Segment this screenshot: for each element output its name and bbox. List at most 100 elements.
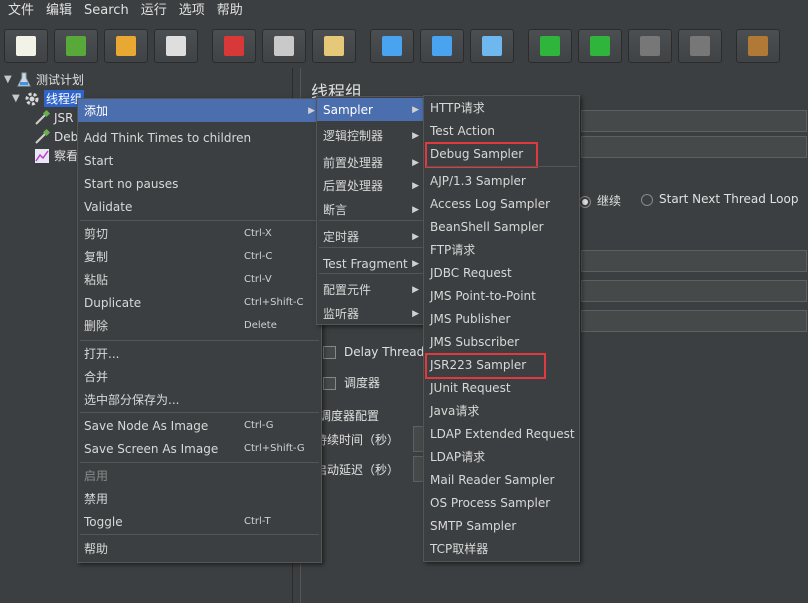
context-menu-item[interactable]: 禁用 <box>78 487 321 510</box>
copy-button[interactable] <box>262 29 306 63</box>
context-menu-item[interactable]: 打开... <box>78 342 321 365</box>
expand-arrow-icon[interactable]: ▼ <box>12 93 24 104</box>
menu-item-label: 后置处理器 <box>323 179 384 193</box>
context-menu-item[interactable]: 删除 Delete <box>78 314 321 337</box>
stop-button[interactable] <box>628 29 672 63</box>
threads-field[interactable] <box>581 250 807 272</box>
rampup-field[interactable] <box>581 280 807 302</box>
sampler-menu-item[interactable]: JMS Point-to-Point <box>424 284 579 307</box>
sampler-menu-item[interactable]: AJP/1.3 Sampler <box>424 169 579 192</box>
sampler-menu-item[interactable]: Test Action <box>424 119 579 142</box>
scheduler-checkbox[interactable]: 调度器 <box>323 374 380 391</box>
sampler-menu-item[interactable]: Mail Reader Sampler <box>424 468 579 491</box>
sampler-menu-item[interactable]: HTTP请求 <box>424 96 579 119</box>
tree-node-thread-group[interactable]: ▼ 线程组 <box>12 89 85 108</box>
sampler-menu-item[interactable]: LDAP Extended Request <box>424 422 579 445</box>
tree-node-test-plan[interactable]: ▼ 测试计划 <box>4 70 84 89</box>
tree-label-debug: Deb <box>54 129 79 144</box>
context-menu-item[interactable]: Start no pauses <box>78 172 321 195</box>
collapse-button[interactable] <box>420 29 464 63</box>
context-menu-item[interactable]: 启用 <box>78 464 321 487</box>
start-no-pauses-button[interactable] <box>578 29 622 63</box>
context-menu-item[interactable]: Validate <box>78 195 321 218</box>
add-menu-item[interactable]: 监听器 ▶ <box>317 302 425 325</box>
tree-node-debug[interactable]: Deb <box>34 127 78 146</box>
add-menu-item[interactable]: 配置元件 ▶ <box>317 278 425 301</box>
menu-search[interactable]: Search <box>78 0 135 22</box>
menu-item-label: Sampler <box>323 102 373 117</box>
context-menu-item[interactable]: Add Think Times to children <box>78 126 321 149</box>
submenu-arrow-icon: ▶ <box>308 105 315 116</box>
toggle-button[interactable] <box>470 29 514 63</box>
sampler-menu-item[interactable]: FTP请求 <box>424 238 579 261</box>
menu-help[interactable]: 帮助 <box>211 0 249 22</box>
menu-item-label: 配置元件 <box>323 283 372 297</box>
context-menu-item[interactable]: 选中部分保存为... <box>78 388 321 411</box>
expand-arrow-icon[interactable]: ▼ <box>4 74 16 85</box>
pipette-icon <box>34 128 51 145</box>
menu-options[interactable]: 选项 <box>173 0 211 22</box>
delay-thread-checkbox[interactable]: Delay Thread C <box>323 345 436 359</box>
tree-node-jsr[interactable]: JSR <box>34 108 74 127</box>
add-menu-item[interactable]: 断言 ▶ <box>317 198 425 221</box>
context-menu-item[interactable]: Save Node As Image Ctrl-G <box>78 414 321 437</box>
loop-count-field[interactable] <box>581 310 807 332</box>
add-menu-item[interactable]: Test Fragment ▶ <box>317 252 425 275</box>
sampler-menu-item[interactable]: JDBC Request <box>424 261 579 284</box>
sampler-menu-item[interactable]: TCP取样器 <box>424 537 579 560</box>
shortcut-label: Ctrl+Shift-C <box>244 297 304 308</box>
sampler-menu-item[interactable]: BeanShell Sampler <box>424 215 579 238</box>
context-menu-item[interactable]: 剪切 Ctrl-X <box>78 222 321 245</box>
sampler-menu-item[interactable]: SMTP Sampler <box>424 514 579 537</box>
expand-button[interactable] <box>370 29 414 63</box>
context-menu-item[interactable]: 帮助 <box>78 537 321 560</box>
sampler-menu-item[interactable]: JMS Publisher <box>424 307 579 330</box>
context-menu-item[interactable]: Start <box>78 149 321 172</box>
context-menu-item[interactable]: Save Screen As Image Ctrl+Shift-G <box>78 437 321 460</box>
menu-run[interactable]: 运行 <box>135 0 173 22</box>
clear-button[interactable] <box>736 29 780 63</box>
context-menu-item[interactable]: Duplicate Ctrl+Shift-C <box>78 291 321 314</box>
templates-button[interactable] <box>54 29 98 63</box>
add-menu-item[interactable]: 前置处理器 ▶ <box>317 151 425 174</box>
sampler-menu-item[interactable]: JMS Subscriber <box>424 330 579 353</box>
add-menu-item[interactable]: 后置处理器 ▶ <box>317 174 425 197</box>
save-button[interactable] <box>154 29 198 63</box>
context-menu-item[interactable]: 合并 <box>78 365 321 388</box>
new-button[interactable] <box>4 29 48 63</box>
add-menu-item[interactable]: 逻辑控制器 ▶ <box>317 124 425 147</box>
sampler-submenu: HTTP请求 Test Action Debug Sampler AJP/1.3 Sa… <box>423 95 580 562</box>
sampler-menu-item[interactable]: Java请求 <box>424 399 579 422</box>
menu-edit[interactable]: 编辑 <box>40 0 78 22</box>
flask-icon <box>16 72 32 88</box>
context-menu-item[interactable]: Toggle Ctrl-T <box>78 510 321 533</box>
context-menu-item[interactable]: 粘贴 Ctrl-V <box>78 268 321 291</box>
sampler-menu-item[interactable]: JUnit Request <box>424 376 579 399</box>
add-menu-item[interactable]: 定时器 ▶ <box>317 225 425 248</box>
menu-item-label: 选中部分保存为... <box>84 393 180 407</box>
sampler-menu-item[interactable]: Access Log Sampler <box>424 192 579 215</box>
add-menu-item[interactable]: Sampler ▶ <box>317 98 425 121</box>
menu-file[interactable]: 文件 <box>2 0 40 22</box>
toolbar <box>0 24 808 68</box>
sampler-menu-item[interactable]: OS Process Sampler <box>424 491 579 514</box>
cut-button[interactable] <box>212 29 256 63</box>
shutdown-button[interactable] <box>678 29 722 63</box>
start-button[interactable] <box>528 29 572 63</box>
submenu-arrow-icon: ▶ <box>412 258 419 269</box>
sampler-menu-item[interactable]: LDAP请求 <box>424 445 579 468</box>
menu-separator <box>80 340 319 341</box>
chart-icon <box>34 148 50 164</box>
context-menu-item[interactable]: 添加 ▶ <box>78 99 321 122</box>
tree-node-view-results[interactable]: 察看 <box>34 146 78 165</box>
paste-button[interactable] <box>312 29 356 63</box>
open-button[interactable] <box>104 29 148 63</box>
radio-start-next-loop[interactable]: Start Next Thread Loop <box>641 192 798 206</box>
templates-icon <box>66 36 86 56</box>
menu-item-label: 合并 <box>84 370 109 384</box>
context-menu-item[interactable]: 复制 Ctrl-C <box>78 245 321 268</box>
toggle-icon <box>482 36 502 56</box>
name-field[interactable] <box>581 110 807 132</box>
radio-continue[interactable]: 继续 <box>579 192 621 209</box>
comments-field[interactable] <box>581 136 807 158</box>
